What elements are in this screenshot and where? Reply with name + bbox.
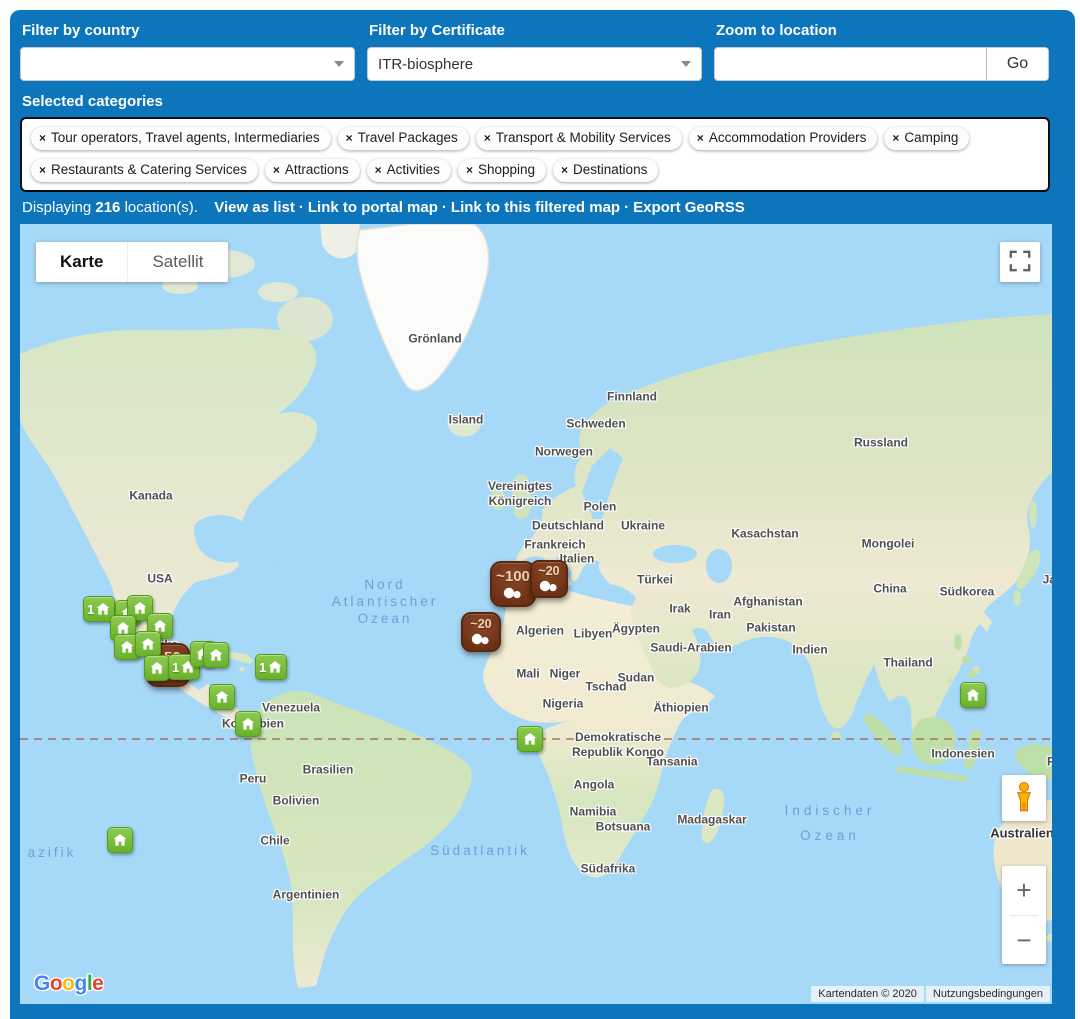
house-icon [965,687,981,703]
filter-certificate-label: Filter by Certificate [369,22,702,39]
people-icon [469,630,493,646]
status-count: 216 [95,199,120,216]
filters-row: Filter by country Filter by Certificate … [10,10,1075,81]
house-icon [149,660,165,676]
certificate-select[interactable]: ITR-biosphere [367,47,702,81]
filter-certificate-group: Filter by Certificate ITR-biosphere [367,22,702,81]
map-attribution: Kartendaten © 2020 Nutzungsbedingungen [811,986,1050,1002]
selected-categories-box: ×Tour operators, Travel agents, Intermed… [20,117,1050,192]
location-input-wrap: Go [714,47,1049,81]
country-select[interactable] [20,47,355,81]
status-link[interactable]: Link to portal map [308,199,438,216]
remove-icon: × [484,131,491,145]
biosphere-map-page: Filter by country Filter by Certificate … [0,0,1080,1019]
terms-link[interactable]: Nutzungsbedingungen [926,986,1050,1002]
zoom-control: + − [1002,866,1046,964]
house-icon [267,659,283,675]
link-separator: · [442,199,447,216]
house-icon [112,832,128,848]
house-marker[interactable]: 1 [255,654,287,680]
cluster-count: ~100 [496,569,530,584]
remove-icon: × [561,163,568,177]
cluster-count: ~20 [538,565,559,578]
selected-categories-label: Selected categories [22,93,1075,110]
marker-count-badge: 1 [87,602,94,617]
cluster-marker[interactable]: ~20 [530,560,568,598]
house-marker[interactable] [144,655,170,681]
map-canvas[interactable]: KanadaUSAMexikoGrönlandIslandFinnlandSch… [20,224,1052,1004]
status-bar: Displaying 216 location(s). View as list… [22,199,1075,218]
filter-country-label: Filter by country [22,22,355,39]
cluster-marker[interactable]: ~20 [461,612,501,652]
category-tag[interactable]: ×Tour operators, Travel agents, Intermed… [31,127,331,150]
people-icon [501,584,525,600]
category-tag[interactable]: ×Shopping [458,159,546,182]
cluster-count: ~20 [470,618,491,631]
marker-count-badge: 1 [172,660,179,675]
certificate-select-value: ITR-biosphere [378,56,681,73]
house-marker[interactable] [203,642,229,668]
category-tag[interactable]: ×Accommodation Providers [689,127,878,150]
status-link[interactable]: Link to this filtered map [451,199,620,216]
house-marker[interactable] [209,684,235,710]
link-separator: · [624,199,629,216]
map-type-map-button[interactable]: Karte [36,242,127,282]
remove-icon: × [375,163,382,177]
house-icon [522,731,538,747]
house-icon [240,716,256,732]
house-icon [95,601,111,617]
location-input[interactable] [715,48,986,80]
house-icon [214,689,230,705]
remove-icon: × [39,163,46,177]
house-marker[interactable] [235,711,261,737]
status-displaying: Displaying [22,199,91,216]
category-tag[interactable]: ×Camping [884,127,969,150]
pegman-icon [1009,780,1039,817]
house-icon [208,647,224,663]
map-panel: Filter by country Filter by Certificate … [10,10,1075,1019]
remove-icon: × [466,163,473,177]
remove-icon: × [892,131,899,145]
chevron-down-icon [334,61,344,67]
status-suffix: location(s). [125,199,198,216]
house-icon [140,636,156,652]
category-tag[interactable]: ×Attractions [265,159,360,182]
zoom-to-location-group: Zoom to location Go [714,22,1049,81]
chevron-down-icon [681,61,691,67]
zoom-in-button[interactable]: + [1002,866,1046,915]
house-marker[interactable] [960,682,986,708]
house-marker[interactable] [135,631,161,657]
people-icon [537,577,561,593]
remove-icon: × [346,131,353,145]
remove-icon: × [697,131,704,145]
google-logo[interactable]: Google [34,972,103,996]
zoom-out-button[interactable]: − [1002,916,1046,965]
category-tag[interactable]: ×Travel Packages [338,127,469,150]
status-links: View as list·Link to portal map·Link to … [214,199,745,216]
fullscreen-icon [1007,248,1033,277]
zoom-to-location-label: Zoom to location [716,22,1049,39]
category-tag[interactable]: ×Restaurants & Catering Services [31,159,258,182]
remove-icon: × [39,131,46,145]
house-icon [119,639,135,655]
status-link[interactable]: Export GeoRSS [633,199,745,216]
remove-icon: × [273,163,280,177]
filter-country-group: Filter by country [20,22,355,81]
fullscreen-button[interactable] [1000,242,1040,282]
map-type-satellite-button[interactable]: Satellit [127,242,227,282]
pegman-button[interactable] [1002,775,1046,821]
category-tag[interactable]: ×Transport & Mobility Services [476,127,682,150]
house-icon [132,600,148,616]
link-separator: · [299,199,304,216]
category-tag[interactable]: ×Destinations [553,159,658,182]
map-data-attribution: Kartendaten © 2020 [811,986,924,1002]
house-marker[interactable] [517,726,543,752]
map-type-control: Karte Satellit [36,242,228,282]
house-marker[interactable] [107,827,133,853]
category-tag[interactable]: ×Activities [367,159,451,182]
map-markers-layer: ~100~20~20~50111 [20,224,1052,1004]
marker-count-badge: 1 [259,660,266,675]
go-button[interactable]: Go [986,48,1048,80]
status-link[interactable]: View as list [214,199,295,216]
